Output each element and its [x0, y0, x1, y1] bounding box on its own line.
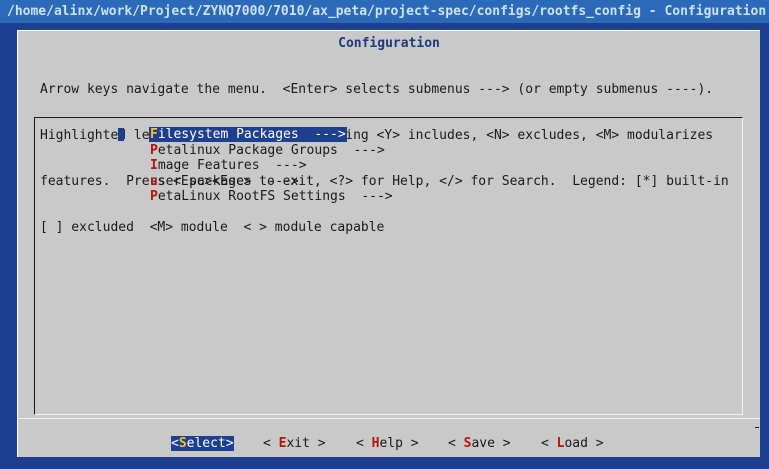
button-bracket: < — [356, 436, 372, 451]
menu-item-petalinux-package-groups[interactable]: Petalinux Package Groups ---> — [149, 143, 386, 158]
button-bracket: > — [225, 436, 234, 451]
button-bracket: > — [587, 436, 604, 451]
hotkey-letter: S — [178, 436, 187, 451]
button-separator — [18, 418, 760, 419]
hotkey-letter: P — [150, 143, 158, 158]
save-button[interactable]: < Save > — [448, 436, 511, 451]
button-label: xit — [286, 436, 310, 451]
submenu-arrow: ---> — [337, 143, 385, 158]
select-button[interactable]: <Select> — [171, 436, 234, 451]
submenu-arrow: ---> — [259, 158, 307, 173]
menu-item-label: etaLinux RootFS Settings — [157, 189, 346, 204]
menu-list: Filesystem Packages ---> Petalinux Packa… — [34, 117, 743, 415]
menu-item-filesystem-packages[interactable]: Filesystem Packages ---> — [149, 127, 347, 142]
menu-item-image-features[interactable]: Image Features ---> — [149, 158, 308, 173]
button-label: oad — [564, 436, 588, 451]
configuration-dialog: Configuration Arrow keys navigate the me… — [17, 30, 760, 457]
border-tick — [755, 427, 759, 428]
button-bracket: < — [171, 436, 179, 451]
button-label: elp — [379, 436, 403, 451]
submenu-arrow: ---> — [298, 127, 346, 142]
load-button[interactable]: < Load > — [541, 436, 604, 451]
submenu-arrow: ---> — [345, 189, 393, 204]
button-bracket: > — [494, 436, 511, 451]
button-label: elect — [186, 436, 226, 451]
hotkey-letter: I — [150, 158, 158, 173]
menu-item-user-packages[interactable]: user packages ---> — [149, 174, 300, 189]
menu-item-label: ilesystem Packages — [157, 127, 299, 142]
submenu-arrow: ---> — [251, 174, 299, 189]
hotkey-letter: P — [150, 189, 158, 204]
button-bracket: < — [448, 436, 464, 451]
menu-item-label: etalinux Package Groups — [157, 143, 338, 158]
hotkey-letter: u — [150, 174, 158, 189]
button-label: ave — [471, 436, 495, 451]
menu-item-label: mage Features — [157, 158, 260, 173]
help-line: Arrow keys navigate the menu. <Enter> se… — [40, 81, 714, 97]
button-bracket: > — [402, 436, 419, 451]
hotkey-letter: F — [150, 127, 158, 142]
window-title: /home/alinx/work/Project/ZYNQ7000/7010/a… — [0, 0, 769, 23]
menu-item-label: ser packages — [157, 174, 252, 189]
menu-item-petalinux-rootfs-settings[interactable]: PetaLinux RootFS Settings ---> — [149, 189, 394, 204]
cursor-marker — [118, 128, 124, 141]
dialog-title: Configuration — [338, 36, 440, 51]
exit-button[interactable]: < Exit > — [263, 436, 326, 451]
button-bracket: > — [309, 436, 326, 451]
button-bracket: < — [263, 436, 279, 451]
button-bracket: < — [541, 436, 557, 451]
help-button[interactable]: < Help > — [356, 436, 419, 451]
